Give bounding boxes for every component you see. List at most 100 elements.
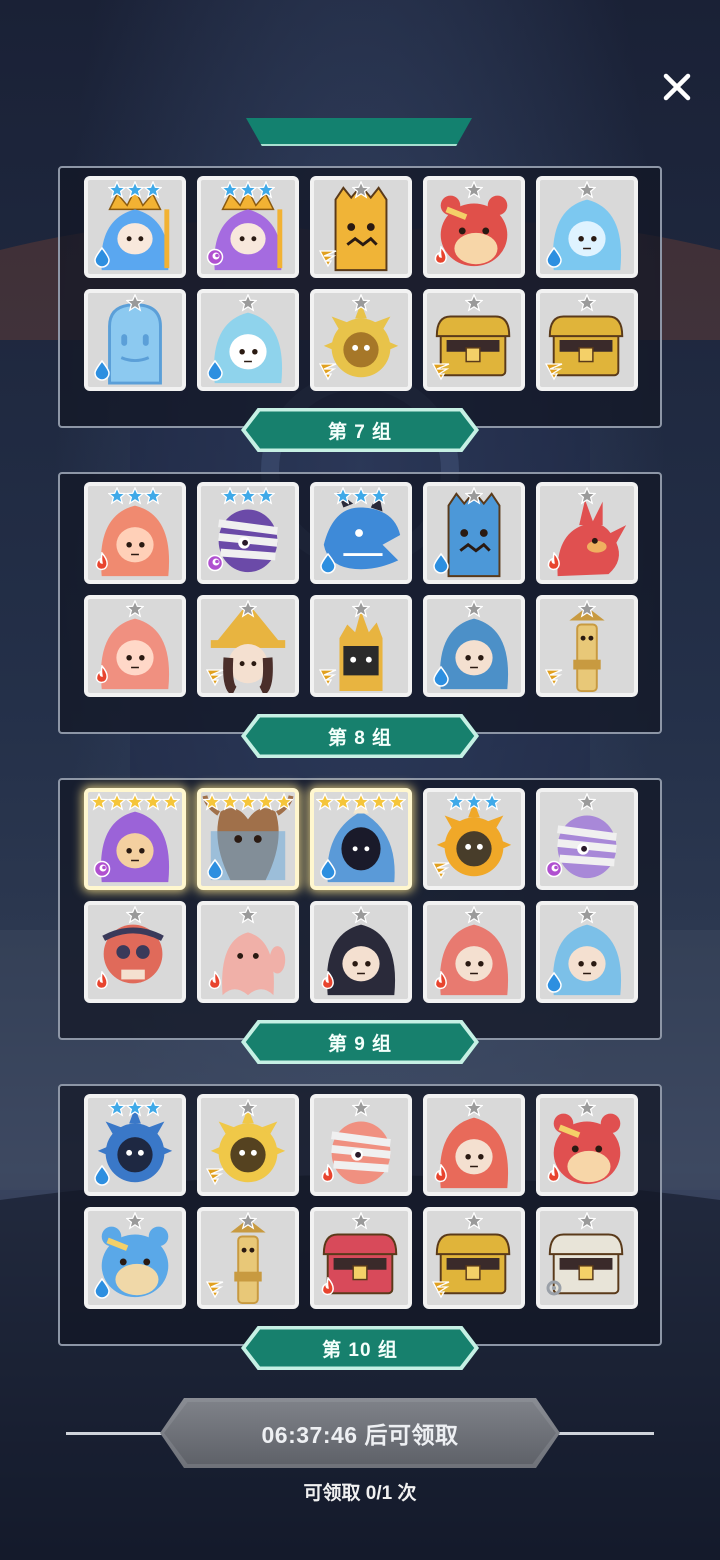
star-icon [90,793,108,811]
star-icon [257,181,275,199]
hero-grid [84,482,638,697]
star-icon [578,1212,596,1230]
hero-card[interactable] [84,901,186,1003]
hero-card[interactable] [84,595,186,697]
hero-card[interactable] [197,901,299,1003]
hero-card[interactable] [197,595,299,697]
water-element-icon [320,552,336,574]
hero-card[interactable] [310,595,412,697]
star-rating [314,181,408,199]
hero-card[interactable] [197,289,299,391]
claim-timer-button[interactable]: 06:37:46 后可领取 [160,1398,560,1468]
water-element-icon [207,359,223,381]
hero-card[interactable] [197,1207,299,1309]
hero-card[interactable] [310,901,412,1003]
star-icon [578,487,596,505]
fire-element-icon [547,552,560,571]
hero-card[interactable] [536,901,638,1003]
hero-card[interactable] [423,901,525,1003]
star-icon [221,793,239,811]
close-icon [663,73,691,101]
wind-element-icon [431,363,450,381]
hero-card[interactable] [423,1207,525,1309]
star-rating [540,181,634,199]
hero-card[interactable] [310,176,412,278]
hero-card[interactable] [84,176,186,278]
water-element-icon [433,665,449,687]
hero-card[interactable] [310,1094,412,1196]
star-rating [427,487,521,505]
group-6-banner-partial [246,118,472,146]
star-rating [201,793,295,811]
hero-card[interactable] [423,595,525,697]
star-rating [314,1099,408,1117]
star-rating [88,181,182,199]
star-icon [465,793,483,811]
star-icon [578,181,596,199]
star-icon [483,793,501,811]
hero-card[interactable] [423,788,525,890]
hero-card[interactable] [310,788,412,890]
hero-card[interactable] [423,1094,525,1196]
star-icon [352,487,370,505]
star-rating [427,793,521,811]
star-icon [465,1099,483,1117]
hero-card[interactable] [310,289,412,391]
hero-card[interactable] [197,482,299,584]
star-rating [88,1099,182,1117]
star-icon [316,793,334,811]
water-element-icon [207,858,223,880]
star-rating [427,906,521,924]
hero-group-panel [58,778,662,1040]
hero-card[interactable] [536,482,638,584]
group-label-banner: 第 8 组 [241,714,479,758]
star-icon [257,487,275,505]
star-rating [540,1212,634,1230]
water-element-icon [94,1277,110,1299]
star-icon [257,793,275,811]
star-rating [540,294,634,312]
hero-card[interactable] [197,176,299,278]
star-icon [578,906,596,924]
star-rating [201,181,295,199]
fire-element-icon [208,971,221,990]
hero-card[interactable] [310,1207,412,1309]
fire-element-icon [321,971,334,990]
star-icon [108,487,126,505]
star-icon [126,181,144,199]
hero-card[interactable] [536,176,638,278]
hero-card[interactable] [536,788,638,890]
star-icon [578,600,596,618]
star-icon [239,1212,257,1230]
star-icon [144,181,162,199]
star-rating [88,487,182,505]
star-rating [540,600,634,618]
dark-element-icon [93,860,111,878]
water-element-icon [94,1164,110,1186]
star-icon [352,906,370,924]
close-button[interactable] [656,66,698,108]
hero-card[interactable] [423,289,525,391]
star-rating [427,181,521,199]
star-icon [126,600,144,618]
hero-card[interactable] [536,289,638,391]
hero-card[interactable] [84,289,186,391]
hero-card[interactable] [536,1094,638,1196]
star-icon [465,294,483,312]
hero-card[interactable] [536,1207,638,1309]
fire-element-icon [321,1277,334,1296]
hero-card[interactable] [423,176,525,278]
hero-card[interactable] [536,595,638,697]
hero-card[interactable] [310,482,412,584]
hero-card[interactable] [84,788,186,890]
star-icon [126,294,144,312]
group-label-banner: 第 9 组 [241,1020,479,1064]
hero-card[interactable] [84,482,186,584]
hero-card[interactable] [197,788,299,890]
hero-card[interactable] [423,482,525,584]
hero-grid [84,1094,638,1309]
star-icon [370,793,388,811]
hero-card[interactable] [197,1094,299,1196]
hero-card[interactable] [84,1094,186,1196]
hero-card[interactable] [84,1207,186,1309]
